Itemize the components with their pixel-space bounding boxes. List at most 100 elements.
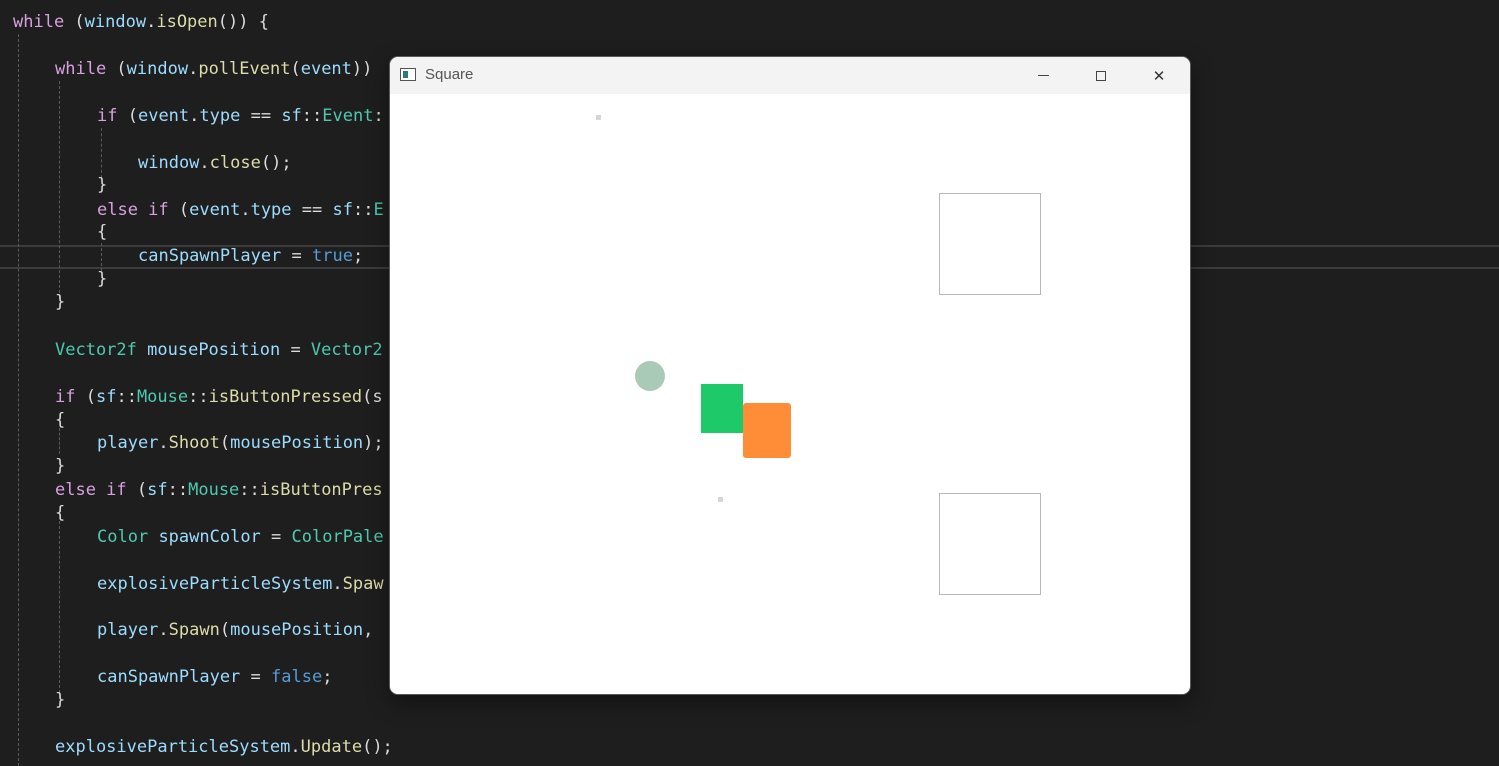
code-token: .: [199, 153, 210, 173]
code-token: (: [219, 433, 231, 453]
maximize-icon: [1096, 70, 1106, 81]
code-token: (: [126, 480, 148, 500]
code-token: .: [158, 620, 169, 640]
code-token: (: [168, 200, 190, 220]
outlined-square-bottom: [939, 493, 1041, 595]
indent-guide: [59, 521, 60, 693]
code-line[interactable]: {: [55, 408, 65, 432]
code-line[interactable]: player.Shoot(mousePosition);: [97, 431, 384, 455]
code-token: (s: [362, 387, 383, 407]
code-token: E: [373, 200, 384, 220]
code-token: window: [84, 12, 147, 32]
code-line[interactable]: }: [55, 454, 65, 478]
code-token: explosiveParticleSystem: [55, 737, 291, 757]
code-token: window: [126, 59, 189, 79]
code-token: }: [55, 292, 66, 312]
code-token: Vector2f: [55, 340, 137, 360]
code-token: =: [260, 527, 292, 547]
code-token: if: [55, 387, 76, 407]
code-line[interactable]: Vector2f mousePosition = Vector2: [55, 338, 383, 362]
code-line[interactable]: }: [55, 688, 65, 712]
window-title: Square: [425, 66, 474, 83]
code-token: Mouse: [188, 480, 240, 500]
code-line[interactable]: }: [97, 173, 107, 197]
code-token: {: [97, 222, 108, 242]
code-token: ,: [363, 620, 384, 640]
code-token: }: [97, 269, 108, 289]
code-token: Spaw: [342, 574, 384, 594]
code-line[interactable]: player.Spawn(mousePosition,: [97, 618, 384, 642]
code-token: ()) {: [217, 12, 269, 32]
code-line[interactable]: }: [97, 267, 107, 291]
code-token: spawnColor: [158, 527, 261, 547]
code-line[interactable]: }: [55, 290, 65, 314]
code-token: =: [280, 340, 311, 360]
code-token: {: [55, 503, 66, 523]
code-token: .: [146, 12, 157, 32]
code-token: .: [332, 574, 343, 594]
code-token: .: [290, 737, 301, 757]
code-token: Spawn: [168, 620, 220, 640]
circle-shape: [635, 361, 665, 391]
code-line[interactable]: if (event.type == sf::Event:: [97, 104, 384, 128]
game-canvas[interactable]: [390, 94, 1190, 694]
code-token: sf: [147, 480, 168, 500]
code-token: ::: [239, 480, 260, 500]
minimize-icon: [1037, 75, 1049, 76]
indent-guide: [101, 128, 102, 178]
code-token: isButtonPressed: [208, 387, 363, 407]
code-token: sf: [332, 200, 353, 220]
code-line[interactable]: if (sf::Mouse::isButtonPressed(s: [55, 385, 383, 409]
code-token: else if: [97, 200, 169, 220]
code-token: sf: [281, 106, 302, 126]
app-window-icon: [400, 68, 416, 81]
player-square: [701, 384, 743, 433]
code-line[interactable]: else if (sf::Mouse::isButtonPres: [55, 478, 383, 502]
code-line[interactable]: while (window.isOpen()) {: [13, 10, 269, 34]
minimize-button[interactable]: [1020, 57, 1066, 94]
code-token: ::: [116, 387, 137, 407]
code-line[interactable]: while (window.pollEvent(event)): [55, 57, 372, 81]
code-token: ColorPale: [291, 527, 384, 547]
code-line[interactable]: {: [55, 501, 65, 525]
code-line[interactable]: canSpawnPlayer = true;: [138, 244, 363, 268]
code-token: type: [199, 106, 241, 126]
code-line[interactable]: {: [97, 220, 107, 244]
code-token: canSpawnPlayer: [138, 246, 282, 266]
code-token: player: [97, 620, 159, 640]
code-token: ::: [167, 480, 189, 500]
close-button[interactable]: ✕: [1136, 57, 1182, 94]
code-token: ==: [291, 200, 333, 220]
title-bar[interactable]: Square ✕: [390, 57, 1190, 94]
code-token: }: [55, 456, 66, 476]
code-token: Update: [300, 737, 363, 757]
code-token: isOpen: [156, 12, 218, 32]
particle: [596, 115, 601, 120]
code-line[interactable]: window.close();: [138, 151, 292, 175]
code-line[interactable]: Color spawnColor = ColorPale: [97, 525, 384, 549]
orange-square: [743, 403, 791, 458]
code-token: isButtonPres: [259, 480, 383, 500]
code-line[interactable]: else if (event.type == sf::E: [97, 198, 384, 222]
code-line[interactable]: explosiveParticleSystem.Spaw: [97, 572, 384, 596]
indent-guide: [59, 81, 60, 298]
code-token: (: [75, 387, 96, 407]
code-token: true: [312, 246, 353, 266]
code-line[interactable]: canSpawnPlayer = false;: [97, 665, 332, 689]
code-token: ();: [260, 153, 292, 173]
code-token: ;: [352, 246, 364, 266]
code-token: );: [363, 433, 384, 453]
code-token: =: [240, 667, 272, 687]
code-token: (: [290, 59, 301, 79]
code-token: (: [219, 620, 231, 640]
code-line[interactable]: explosiveParticleSystem.Update();: [55, 735, 393, 759]
square-app-window[interactable]: Square ✕: [390, 57, 1190, 694]
code-token: .: [240, 200, 251, 220]
code-token: mousePosition: [230, 620, 364, 640]
code-token: (: [64, 12, 85, 32]
maximize-button[interactable]: [1078, 57, 1124, 94]
code-token: ::: [352, 200, 374, 220]
code-token: (: [106, 59, 127, 79]
code-token: ==: [240, 106, 282, 126]
